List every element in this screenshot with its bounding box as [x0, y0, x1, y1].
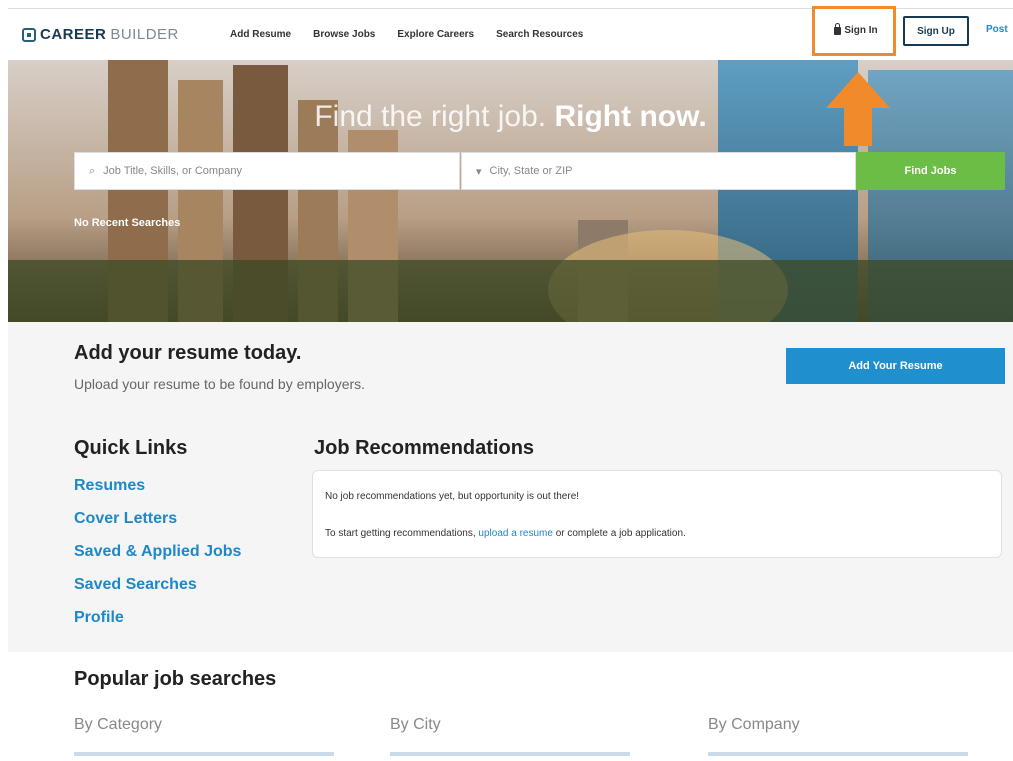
logo-icon: [22, 27, 36, 42]
location-pin-icon: ▾: [476, 165, 482, 178]
up-arrow-annotation: [826, 72, 890, 146]
main-nav: Add Resume Browse Jobs Explore Careers S…: [230, 29, 583, 40]
by-company-heading: By Company: [708, 716, 800, 733]
quick-link-profile[interactable]: Profile: [74, 607, 241, 628]
careerbuilder-logo[interactable]: CAREER BUILDER: [22, 26, 179, 43]
nav-explore-careers[interactable]: Explore Careers: [397, 29, 474, 40]
add-your-resume-button[interactable]: Add Your Resume: [786, 348, 1005, 384]
add-resume-subtitle: Upload your resume to be found by employ…: [74, 376, 366, 392]
quick-link-resumes[interactable]: Resumes: [74, 475, 241, 496]
logo-text-bold: CAREER: [40, 26, 107, 43]
company-links-row-cutoff: [708, 752, 968, 756]
hero-title-light: Find the right job.: [314, 100, 547, 133]
lock-icon: [834, 23, 842, 35]
recommendations-empty-text: No job recommendations yet, but opportun…: [325, 491, 580, 502]
quick-link-cover-letters[interactable]: Cover Letters: [74, 508, 241, 529]
recent-searches-text: No Recent Searches: [74, 217, 181, 229]
search-icon: ⌕: [89, 164, 96, 177]
sign-in-button[interactable]: Sign In: [824, 16, 888, 44]
recommendations-text-pre: To start getting recommendations,: [325, 528, 476, 539]
sign-up-button[interactable]: Sign Up: [903, 16, 969, 46]
job-search-placeholder: Job Title, Skills, or Company: [103, 165, 242, 177]
logo-text-light: BUILDER: [110, 26, 179, 43]
popular-searches-heading: Popular job searches: [74, 668, 277, 690]
quick-link-saved-searches[interactable]: Saved Searches: [74, 574, 241, 595]
job-search-input[interactable]: ⌕ Job Title, Skills, or Company: [74, 152, 460, 190]
quick-links-list: Resumes Cover Letters Saved & Applied Jo…: [74, 475, 241, 628]
upload-resume-link[interactable]: upload a resume: [478, 528, 553, 539]
recommendations-text-post: or complete a job application.: [555, 528, 686, 539]
quick-link-saved-applied-jobs[interactable]: Saved & Applied Jobs: [74, 541, 241, 562]
nav-browse-jobs[interactable]: Browse Jobs: [313, 29, 375, 40]
city-links-row-cutoff: [390, 752, 630, 756]
by-category-heading: By Category: [74, 716, 163, 733]
find-jobs-button[interactable]: Find Jobs: [856, 152, 1005, 190]
job-recommendations-heading: Job Recommendations: [314, 437, 535, 459]
add-resume-heading: Add your resume today.: [74, 342, 302, 364]
by-city-heading: By City: [390, 716, 441, 733]
category-links-row-cutoff: [74, 752, 334, 756]
nav-add-resume[interactable]: Add Resume: [230, 29, 291, 40]
location-placeholder: City, State or ZIP: [489, 165, 573, 177]
recommendations-instructions: To start getting recommendations, upload…: [325, 528, 686, 539]
job-recommendations-box: No job recommendations yet, but opportun…: [312, 470, 1002, 558]
sign-in-label: Sign In: [844, 24, 878, 36]
quick-links-heading: Quick Links: [74, 437, 188, 459]
hero-title-bold: Right now.: [554, 100, 707, 133]
nav-search-resources[interactable]: Search Resources: [496, 29, 583, 40]
location-input[interactable]: ▾ City, State or ZIP: [461, 152, 856, 190]
post-link[interactable]: Post: [986, 24, 1008, 35]
